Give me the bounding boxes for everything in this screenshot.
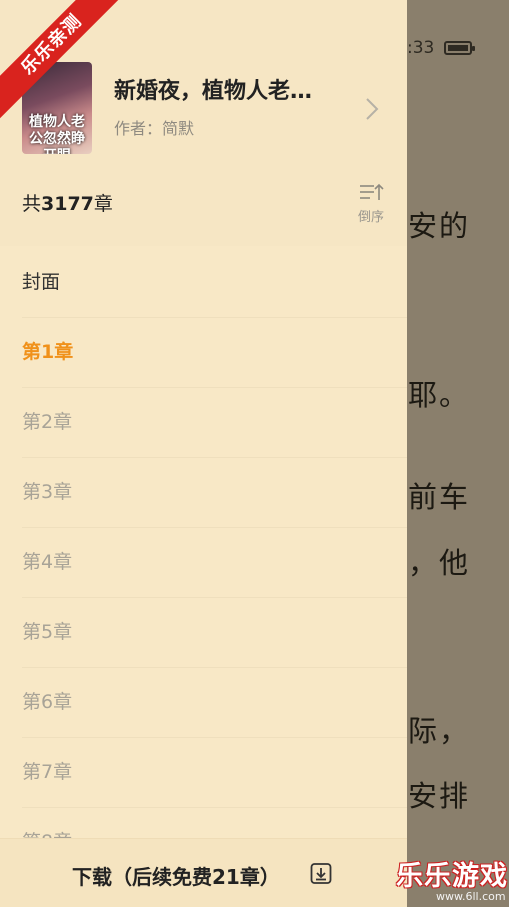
chapter-drawer: 植物人老公忽然睁开眼 新婚夜，植物人老… 作者：简默 共3177章 倒序 封面第… bbox=[0, 0, 407, 907]
reader-text-line: 安排 bbox=[408, 779, 471, 813]
download-label: 下载（后续免费21章） bbox=[72, 865, 280, 889]
chapter-item[interactable]: 第6章 bbox=[22, 668, 407, 738]
watermark-ribbon-text: 乐乐亲测 bbox=[0, 0, 127, 120]
chapter-item-cover[interactable]: 封面 bbox=[22, 248, 407, 318]
chapter-item[interactable]: 第7章 bbox=[22, 738, 407, 808]
reader-text-line: 际， bbox=[408, 714, 471, 748]
chapter-item[interactable]: 第1章 bbox=[22, 318, 407, 388]
download-icon bbox=[310, 863, 332, 884]
watermark-ribbon: 乐乐亲测 bbox=[0, 0, 130, 130]
watermark-logo: 乐乐游戏 www.6ll.com bbox=[396, 854, 509, 906]
watermark-logo-text: 乐乐游戏 bbox=[396, 861, 508, 892]
chapter-item[interactable]: 第5章 bbox=[22, 598, 407, 668]
sort-icon bbox=[360, 183, 384, 200]
reader-text-line: 前车 bbox=[408, 480, 471, 514]
chapter-item[interactable]: 第4章 bbox=[22, 528, 407, 598]
watermark-url: www.6ll.com bbox=[436, 890, 506, 903]
reader-text-line: ，他 bbox=[408, 546, 471, 580]
chapter-count: 共3177章 bbox=[22, 193, 113, 215]
chapter-item[interactable]: 第8章 bbox=[22, 808, 407, 838]
chapter-item[interactable]: 第2章 bbox=[22, 388, 407, 458]
chapter-list[interactable]: 封面第1章第2章第3章第4章第5章第6章第7章第8章 bbox=[0, 248, 407, 838]
chevron-right-icon[interactable] bbox=[362, 96, 382, 122]
sort-label: 倒序 bbox=[357, 210, 384, 225]
book-title[interactable]: 新婚夜，植物人老… bbox=[114, 73, 344, 105]
status-time: :33 bbox=[407, 38, 435, 58]
chapter-item[interactable]: 第3章 bbox=[22, 458, 407, 528]
download-button[interactable]: 下载（后续免费21章） bbox=[0, 838, 407, 907]
reader-text-line: 耶。 bbox=[408, 378, 471, 412]
sort-reverse-button[interactable]: 倒序 bbox=[350, 180, 392, 225]
battery-icon bbox=[444, 41, 475, 55]
reader-text-line: 安的 bbox=[408, 209, 471, 243]
